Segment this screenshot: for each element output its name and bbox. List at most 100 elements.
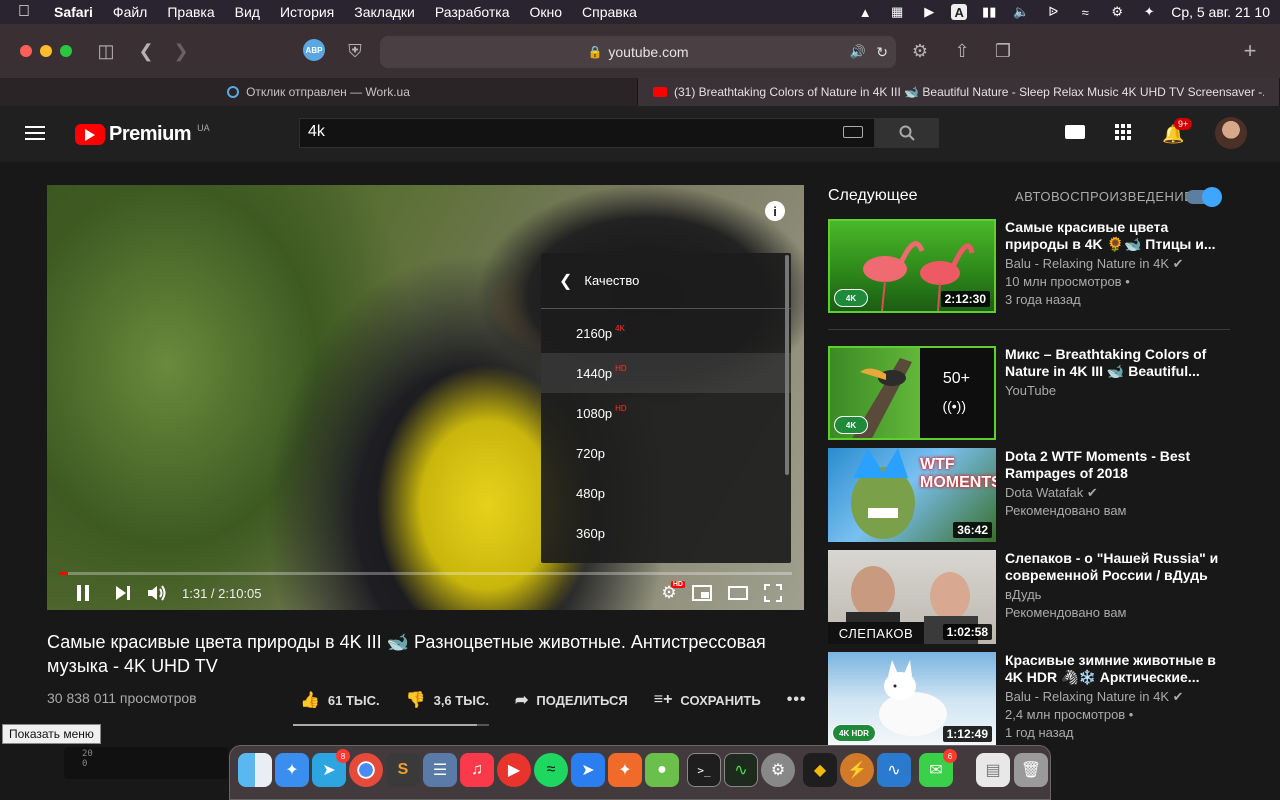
dislike-button[interactable]: 👎 3,6 ТЫС. bbox=[406, 690, 489, 710]
menu-file[interactable]: Файл bbox=[113, 4, 147, 20]
channel-name[interactable]: YouTube bbox=[1005, 383, 1056, 398]
intel-power-gadget-icon[interactable]: ∿ bbox=[877, 753, 911, 787]
close-window-button[interactable] bbox=[20, 45, 32, 57]
video-thumbnail[interactable]: 4K HDR 1:12:49 bbox=[828, 652, 996, 746]
android-file-transfer-icon[interactable]: ● bbox=[645, 753, 679, 787]
video-title[interactable]: Слепаков - о "Нашей Russia" и современно… bbox=[1005, 550, 1225, 584]
quality-menu-scrollbar[interactable] bbox=[785, 255, 789, 475]
wifi-icon[interactable]: ≈ bbox=[1075, 4, 1095, 20]
menu-edit[interactable]: Правка bbox=[167, 4, 214, 20]
volume-icon[interactable]: 🔈 bbox=[1011, 4, 1031, 20]
share-button[interactable]: ➦ ПОДЕЛИТЬСЯ bbox=[515, 690, 628, 710]
quality-option-480p[interactable]: 480p bbox=[541, 473, 791, 513]
trash-icon[interactable]: 🗑 bbox=[1014, 753, 1048, 787]
channel-name[interactable]: вДудь bbox=[1005, 587, 1041, 602]
create-video-icon[interactable] bbox=[1065, 125, 1085, 139]
telegram-icon[interactable]: ➤ 8 bbox=[312, 749, 350, 787]
menubar-clock[interactable]: Ср, 5 авг. 21 10 bbox=[1171, 4, 1270, 20]
adblock-icon[interactable]: ABP bbox=[303, 39, 325, 61]
bluetooth-icon[interactable]: ᐉ bbox=[1043, 4, 1063, 20]
minimize-window-button[interactable] bbox=[40, 45, 52, 57]
privacy-shield-icon[interactable]: ⛨ bbox=[342, 38, 368, 64]
settings-gear-icon[interactable]: ⚙ bbox=[907, 38, 933, 64]
video-title[interactable]: Dota 2 WTF Moments - Best Rampages of 20… bbox=[1005, 448, 1225, 482]
apple-icon[interactable]:  bbox=[18, 3, 34, 21]
quality-option-1440p[interactable]: 1440p HD bbox=[541, 353, 791, 393]
menu-bookmarks[interactable]: Закладки bbox=[354, 4, 415, 20]
binance-icon[interactable]: ◆ bbox=[803, 753, 837, 787]
quality-option-720p[interactable]: 720p bbox=[541, 433, 791, 473]
hat-icon[interactable]: ▲ bbox=[855, 4, 875, 20]
messages-icon[interactable]: ✉ 6 bbox=[919, 749, 957, 787]
siri-icon[interactable]: ✦ bbox=[1139, 4, 1159, 20]
zoom-window-button[interactable] bbox=[60, 45, 72, 57]
recommendation-mix[interactable]: 50+ ((•)) 4K Микс – Breathtaking Colors … bbox=[828, 346, 1230, 440]
recommendation-item[interactable]: 4K HDR 1:12:49 Красивые зимние животные … bbox=[828, 652, 1230, 746]
document-icon[interactable]: ▤ bbox=[976, 753, 1010, 787]
music-icon[interactable]: ♫ bbox=[460, 753, 494, 787]
audio-playing-icon[interactable]: 🔊 bbox=[850, 44, 866, 60]
tab-youtube[interactable]: (31) Breathtaking Colors of Nature in 4K… bbox=[638, 78, 1280, 106]
more-actions-button[interactable]: ••• bbox=[787, 691, 815, 709]
new-tab-icon[interactable]: + bbox=[1237, 38, 1263, 64]
system-preferences-icon[interactable]: ⚙ bbox=[761, 753, 795, 787]
youtube-app-icon[interactable]: ▶ bbox=[497, 753, 531, 787]
settings-button[interactable]: ⚙ HD bbox=[657, 581, 685, 605]
theater-mode-button[interactable] bbox=[726, 581, 750, 605]
hamburger-menu-icon[interactable] bbox=[25, 126, 45, 140]
recommendation-item[interactable]: СЛЕПАКОВ 1:02:58 Слепаков - о "Нашей Rus… bbox=[828, 550, 1230, 644]
search-button[interactable] bbox=[875, 118, 939, 148]
recommendation-item[interactable]: WTF MOMENTS 36:42 Dota 2 WTF Moments - B… bbox=[828, 448, 1230, 542]
miniplayer-button[interactable] bbox=[690, 581, 714, 605]
control-center-icon[interactable]: ⚙ bbox=[1107, 4, 1127, 20]
keyboard-icon[interactable] bbox=[843, 126, 863, 138]
keyboard-layout-icon[interactable]: A bbox=[951, 4, 968, 20]
video-thumbnail[interactable]: WTF MOMENTS 36:42 bbox=[828, 448, 996, 542]
video-thumbnail[interactable]: 50+ ((•)) 4K bbox=[828, 346, 996, 440]
forward-icon[interactable]: ❯ bbox=[168, 38, 194, 64]
quality-option-2160p[interactable]: 2160p 4K bbox=[541, 313, 791, 353]
reload-icon[interactable]: ↻ bbox=[876, 44, 888, 61]
safari-icon[interactable]: ✦ bbox=[275, 753, 309, 787]
finder-icon[interactable] bbox=[238, 753, 272, 787]
layout-icon[interactable]: ▦ bbox=[887, 4, 907, 20]
volume-button[interactable] bbox=[146, 581, 170, 605]
spark-mail-icon[interactable]: ➤ bbox=[571, 753, 605, 787]
save-button[interactable]: ≡+ СОХРАНИТЬ bbox=[654, 691, 761, 709]
play-circle-icon[interactable]: ▶ bbox=[919, 4, 939, 20]
avatar[interactable] bbox=[1215, 117, 1247, 149]
next-video-button[interactable] bbox=[111, 581, 135, 605]
chrome-icon[interactable] bbox=[349, 753, 383, 787]
tab-workua[interactable]: Отклик отправлен — Work.ua bbox=[0, 78, 638, 106]
video-thumbnail[interactable]: СЛЕПАКОВ 1:02:58 bbox=[828, 550, 996, 644]
video-player[interactable]: i ❮ Качество 2160p 4K 1440p HD 1080p HD 720… bbox=[47, 185, 804, 610]
channel-name[interactable]: Balu - Relaxing Nature in 4K ✔ bbox=[1005, 689, 1184, 705]
like-button[interactable]: 👍 61 ТЫС. bbox=[300, 690, 380, 710]
menu-view[interactable]: Вид bbox=[235, 4, 260, 20]
fullscreen-button[interactable] bbox=[761, 581, 785, 605]
youtube-premium-logo[interactable]: Premium UA bbox=[75, 123, 210, 146]
pause-button[interactable] bbox=[71, 581, 95, 605]
menu-app-safari[interactable]: Safari bbox=[54, 4, 93, 20]
video-title[interactable]: Самые красивые цвета природы в 4K 🌻🐋 Пти… bbox=[1005, 219, 1225, 253]
recommendation-item[interactable]: 4K 2:12:30 Самые красивые цвета природы … bbox=[828, 219, 1230, 313]
back-icon[interactable]: ❮ bbox=[133, 38, 159, 64]
swift-icon[interactable]: ✦ bbox=[608, 753, 642, 787]
info-icon[interactable]: i bbox=[765, 201, 785, 221]
video-title[interactable]: Красивые зимние животные в 4K HDR 🦓❄️ Ар… bbox=[1005, 652, 1225, 686]
battery-icon[interactable]: ▮▮ bbox=[979, 4, 999, 20]
channel-name[interactable]: Dota Watafak ✔ bbox=[1005, 485, 1098, 501]
spotify-icon[interactable]: ≈ bbox=[534, 753, 568, 787]
list-app-icon[interactable]: ☰ bbox=[423, 753, 457, 787]
quality-option-1080p[interactable]: 1080p HD bbox=[541, 393, 791, 433]
search-input[interactable]: 4k bbox=[299, 118, 875, 148]
activity-monitor-icon[interactable]: ∿ bbox=[724, 753, 758, 787]
share-icon[interactable]: ⇧ bbox=[949, 38, 975, 64]
terminal-icon[interactable]: >_ bbox=[687, 753, 721, 787]
video-thumbnail[interactable]: 4K 2:12:30 bbox=[828, 219, 996, 313]
autoplay-toggle[interactable] bbox=[1186, 187, 1222, 207]
channel-name[interactable]: Balu - Relaxing Nature in 4K ✔ bbox=[1005, 256, 1184, 272]
reeder-icon[interactable]: ⚡ bbox=[840, 753, 874, 787]
menu-window[interactable]: Окно bbox=[529, 4, 562, 20]
tab-overview-icon[interactable]: ❐ bbox=[990, 38, 1016, 64]
